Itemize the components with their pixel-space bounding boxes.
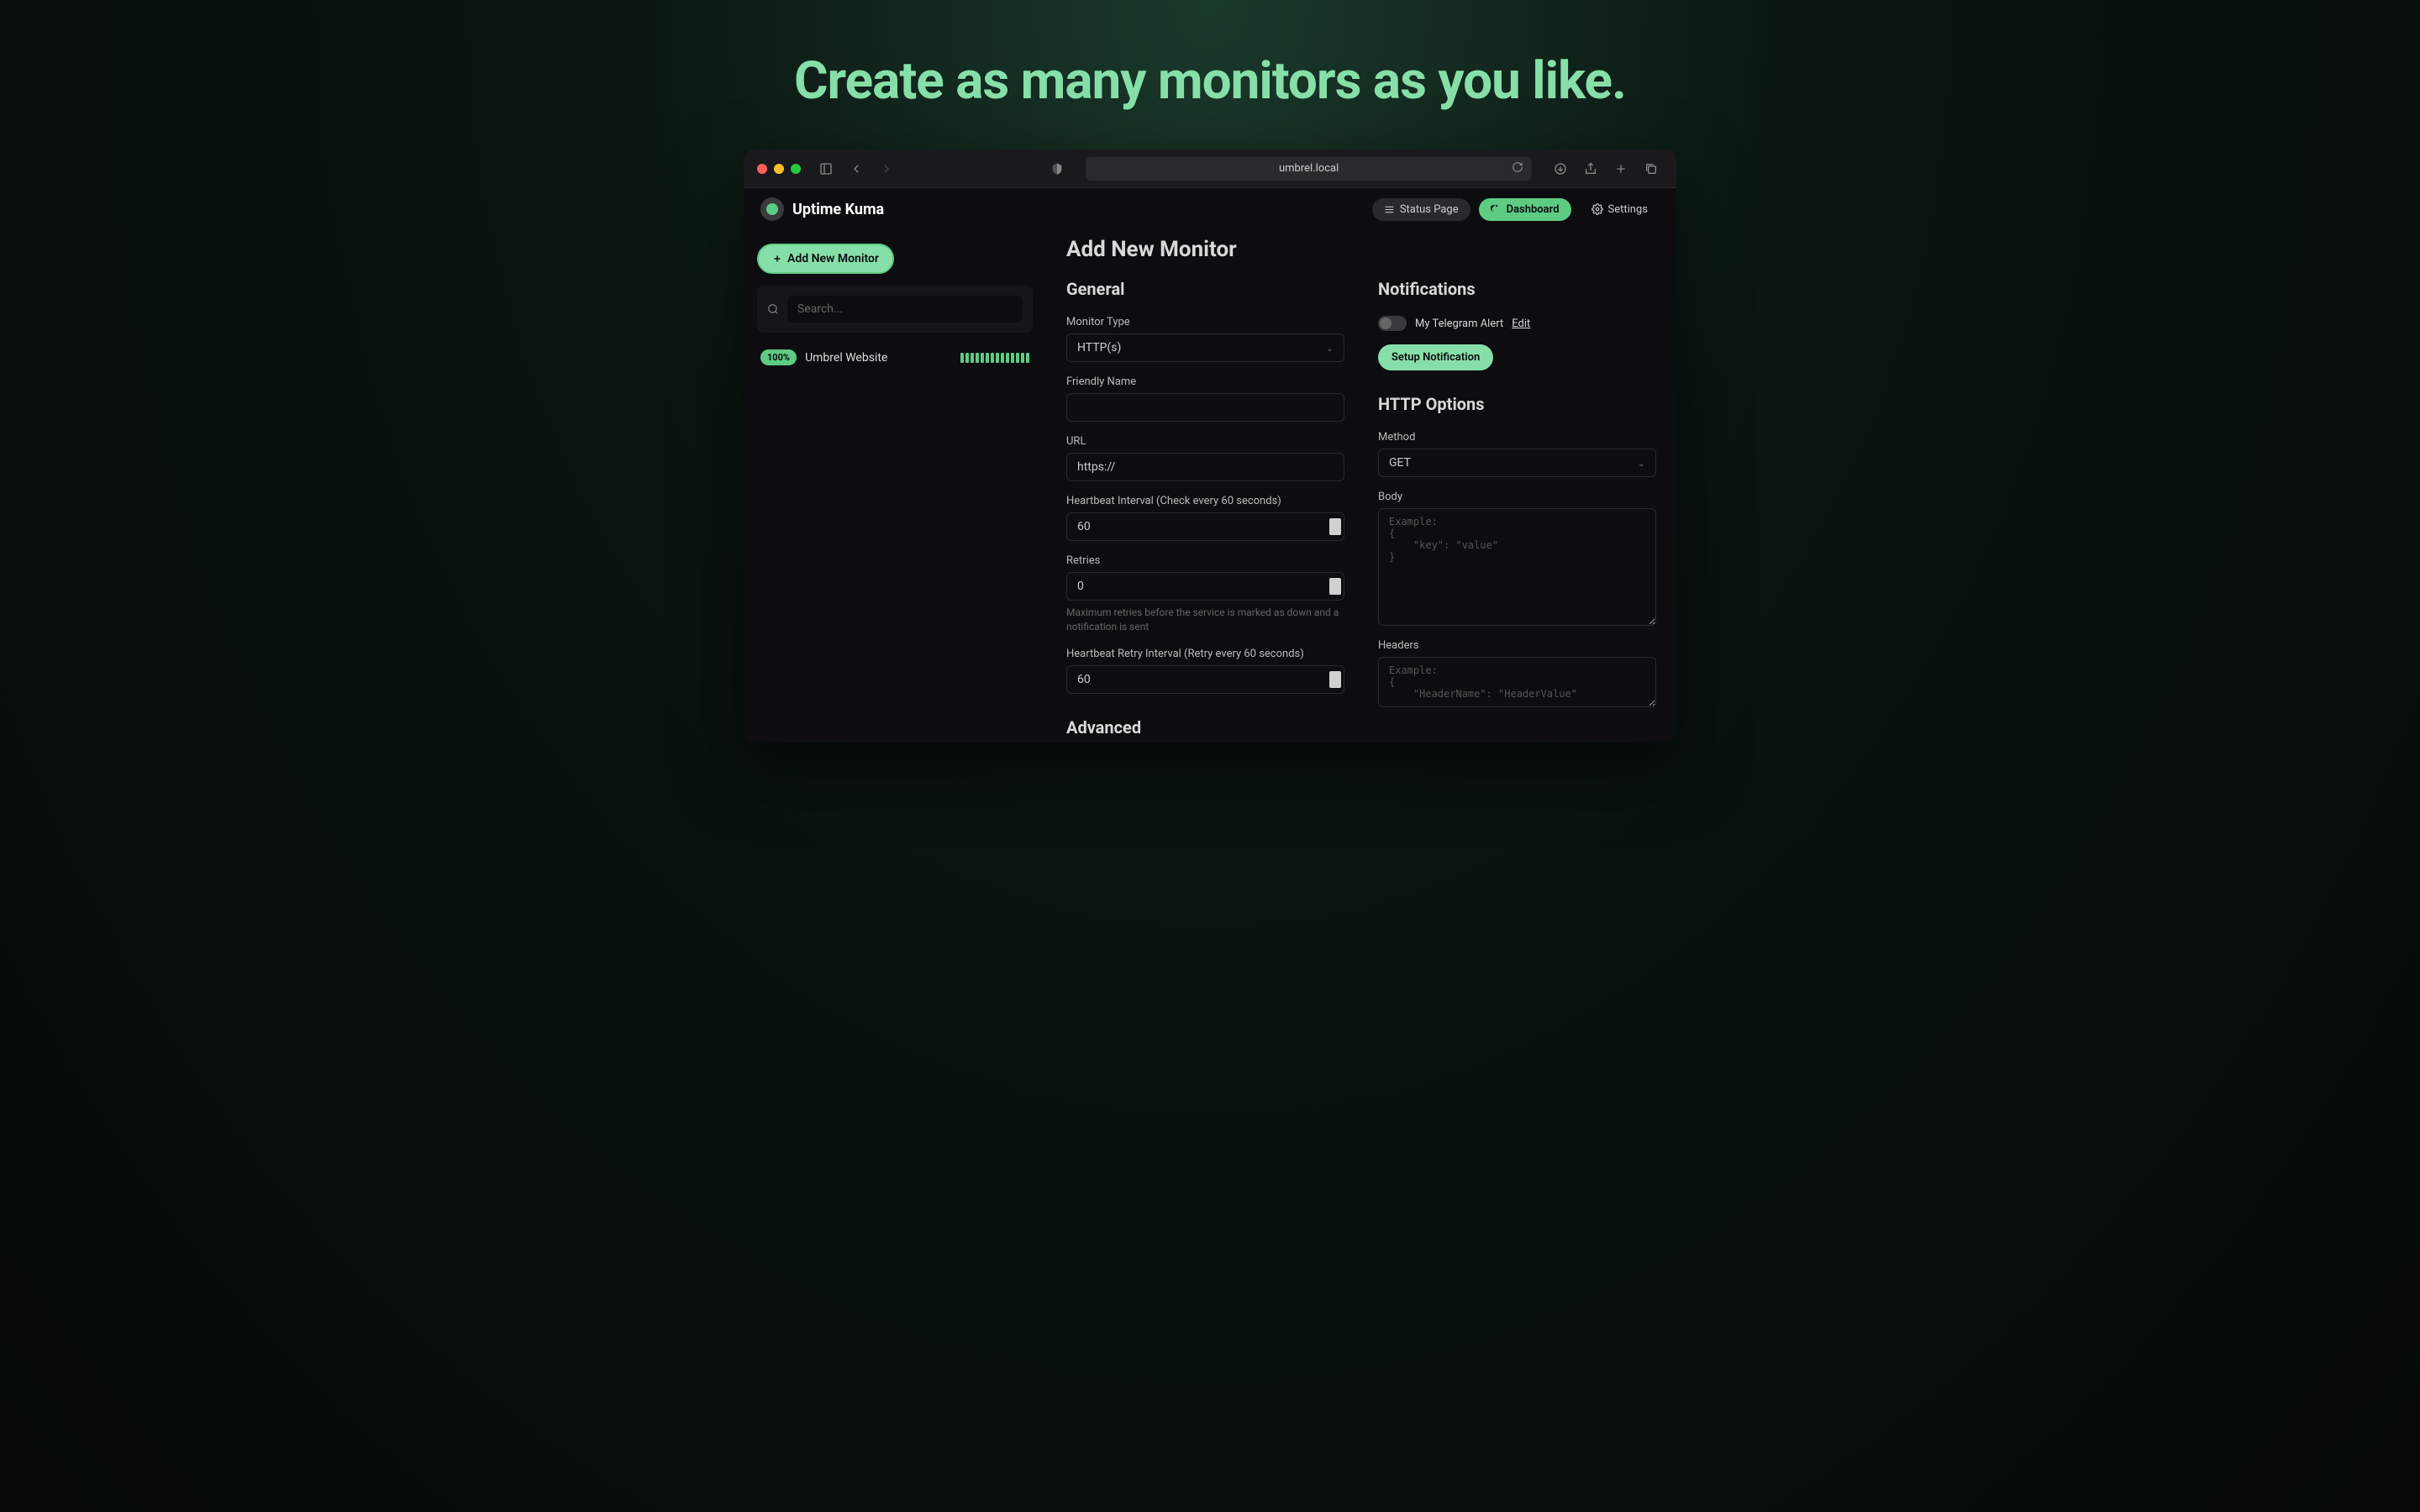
notification-edit-link[interactable]: Edit [1512,318,1530,330]
add-monitor-label: Add New Monitor [787,252,879,265]
headers-label: Headers [1378,639,1656,652]
heartbeat-interval-group: Heartbeat Interval (Check every 60 secon… [1066,495,1344,541]
tabs-icon[interactable] [1639,157,1663,181]
window-close-icon[interactable] [757,164,767,174]
notification-name: My Telegram Alert [1415,318,1503,330]
browser-toolbar: umbrel.local [744,150,1676,188]
download-icon[interactable] [1549,157,1572,181]
retry-interval-input[interactable] [1066,665,1344,694]
shield-icon[interactable] [1045,157,1069,181]
nav-status-page-label: Status Page [1400,203,1459,216]
plus-icon [772,254,782,264]
section-notifications-title: Notifications [1378,279,1656,299]
method-value: GET [1389,456,1411,470]
friendly-name-group: Friendly Name [1066,375,1344,422]
monitor-name: Umbrel Website [805,351,952,365]
body-group: Body [1378,491,1656,626]
page-title: Add New Monitor [1066,237,1656,262]
app-header: Uptime Kuma Status Page Dashboard Settin… [744,188,1676,230]
chevron-down-icon: ⌄ [1326,343,1334,354]
search-icon [767,303,779,315]
method-group: Method GET ⌄ [1378,431,1656,477]
app-content: Uptime Kuma Status Page Dashboard Settin… [744,188,1676,743]
traffic-lights [757,164,801,174]
retries-input[interactable] [1066,572,1344,601]
chevron-down-icon: ⌄ [1638,458,1645,469]
sidebar-icon[interactable] [814,157,838,181]
retry-interval-group: Heartbeat Retry Interval (Retry every 60… [1066,648,1344,694]
monitor-type-group: Monitor Type HTTP(s) ⌄ [1066,316,1344,362]
notification-toggle[interactable] [1378,316,1407,331]
setup-notification-button[interactable]: Setup Notification [1378,344,1493,370]
gear-icon [1591,203,1603,215]
heartbeat-bar [960,353,1029,363]
retries-label: Retries [1066,554,1344,567]
monitor-type-label: Monitor Type [1066,316,1344,328]
nav-status-page[interactable]: Status Page [1372,198,1470,221]
section-advanced-title: Advanced [1066,717,1344,738]
number-stepper[interactable] [1329,518,1341,535]
url-input[interactable] [1066,453,1344,481]
url-group: URL [1066,435,1344,481]
notification-item: My Telegram Alert Edit [1378,316,1656,331]
headers-textarea[interactable] [1378,657,1656,707]
body-textarea[interactable] [1378,508,1656,626]
refresh-icon[interactable] [1512,161,1523,176]
method-select[interactable]: GET ⌄ [1378,449,1656,477]
nav-settings[interactable]: Settings [1580,198,1660,221]
monitor-type-value: HTTP(s) [1077,341,1121,354]
gauge-icon [1491,204,1502,215]
heartbeat-interval-input[interactable] [1066,512,1344,541]
nav-dashboard[interactable]: Dashboard [1479,198,1571,221]
app-title: Uptime Kuma [792,201,884,218]
share-icon[interactable] [1579,157,1602,181]
search-container [757,286,1033,333]
nav-settings-label: Settings [1608,203,1648,216]
form-col-left: General Monitor Type HTTP(s) ⌄ Friendly … [1066,279,1344,741]
retry-interval-label: Heartbeat Retry Interval (Retry every 60… [1066,648,1344,660]
section-general-title: General [1066,279,1344,299]
header-nav: Status Page Dashboard Settings [1372,198,1660,221]
back-icon[interactable] [844,157,868,181]
forward-icon[interactable] [875,157,898,181]
app-brand[interactable]: Uptime Kuma [760,197,884,221]
uptime-badge: 100% [760,349,797,365]
window-maximize-icon[interactable] [791,164,801,174]
number-stepper[interactable] [1329,578,1341,595]
monitor-list-item[interactable]: 100% Umbrel Website [757,344,1033,370]
heartbeat-interval-label: Heartbeat Interval (Check every 60 secon… [1066,495,1344,507]
number-stepper[interactable] [1329,671,1341,688]
friendly-name-input[interactable] [1066,393,1344,422]
plus-icon[interactable] [1609,157,1633,181]
form-columns: General Monitor Type HTTP(s) ⌄ Friendly … [1066,279,1656,741]
list-icon [1384,204,1395,215]
app-logo-icon [760,197,784,221]
retries-group: Retries Maximum retries before the servi… [1066,554,1344,634]
friendly-name-label: Friendly Name [1066,375,1344,388]
url-bar[interactable]: umbrel.local [1086,157,1532,181]
browser-window: umbrel.local Uptime Kuma [744,150,1676,743]
hero-title: Create as many monitors as you like. [794,50,1626,112]
app-body: Add New Monitor 100% Umbrel Website Add … [744,230,1676,743]
body-label: Body [1378,491,1656,503]
monitor-type-select[interactable]: HTTP(s) ⌄ [1066,333,1344,362]
window-minimize-icon[interactable] [774,164,784,174]
url-text: umbrel.local [1279,162,1339,175]
section-http-options-title: HTTP Options [1378,394,1656,414]
headers-group: Headers [1378,639,1656,707]
nav-dashboard-label: Dashboard [1507,203,1560,216]
retries-help: Maximum retries before the service is ma… [1066,606,1344,634]
url-label: URL [1066,435,1344,448]
method-label: Method [1378,431,1656,444]
add-monitor-button[interactable]: Add New Monitor [757,244,894,274]
sidebar: Add New Monitor 100% Umbrel Website [744,230,1046,743]
main-content: Add New Monitor General Monitor Type HTT… [1046,230,1676,743]
form-col-right: Notifications My Telegram Alert Edit Set… [1378,279,1656,741]
search-input[interactable] [787,296,1023,323]
